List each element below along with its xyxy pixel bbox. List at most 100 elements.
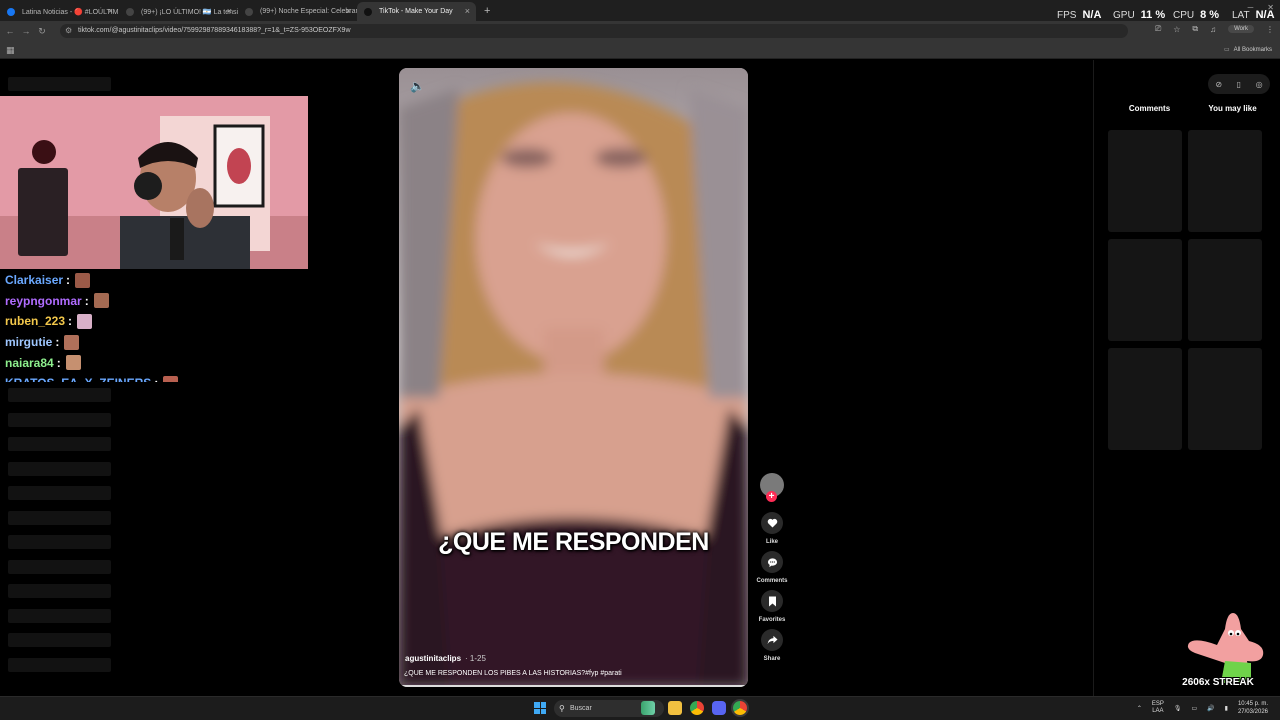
- network-icon[interactable]: ▭: [1192, 705, 1198, 712]
- hud-fps-label: FPS: [1057, 10, 1077, 21]
- apps-grid-icon[interactable]: ▦: [6, 45, 15, 56]
- placeholder-bar: [8, 608, 111, 623]
- tab-close-icon[interactable]: ×: [108, 6, 113, 16]
- suggestion-thumbnail[interactable]: [1188, 130, 1262, 232]
- chat-emote-icon: [75, 272, 91, 288]
- phone-icon[interactable]: ▯: [1237, 80, 1241, 89]
- language-line-2: LAA: [1152, 708, 1164, 714]
- tab-close-icon[interactable]: ×: [346, 6, 351, 16]
- windows-start-icon[interactable]: [534, 702, 546, 714]
- share-label: Share: [763, 656, 781, 662]
- video-date: · 1-25: [465, 654, 486, 663]
- video-player[interactable]: 🔈 ¿QUE ME RESPONDEN agustinitaclips · 1-2…: [399, 68, 748, 687]
- hud-cpu-label: CPU: [1173, 10, 1195, 21]
- heart-icon: [761, 512, 783, 534]
- language-indicator[interactable]: ESP LAA: [1152, 701, 1164, 715]
- chat-username: naiara84: [5, 355, 54, 370]
- chat-message: ruben_223:: [5, 311, 310, 332]
- placeholder-bar: [8, 412, 111, 427]
- right-panel-tabs: Comments You may like: [1108, 104, 1274, 113]
- share-button[interactable]: Share: [750, 629, 794, 662]
- suggestion-thumbnail[interactable]: [1188, 348, 1262, 450]
- new-tab-button[interactable]: +: [476, 5, 490, 21]
- placeholder-bar: [8, 633, 111, 647]
- suggestion-thumbnail[interactable]: [1108, 239, 1182, 341]
- video-username[interactable]: agustinitaclips: [405, 654, 461, 663]
- video-caption: ¿QUE ME RESPONDEN: [438, 528, 709, 556]
- menu-icon[interactable]: ⋮: [1266, 25, 1274, 34]
- chat-message: mirgutie:: [5, 332, 310, 353]
- taskbar-clock[interactable]: 10:45 p. m. 27/03/2026: [1238, 700, 1268, 716]
- sliders-icon[interactable]: ◎: [1256, 80, 1263, 89]
- video-progress-fill: [399, 685, 745, 687]
- suggestion-thumbnail[interactable]: [1108, 130, 1182, 232]
- streamer-webcam: [0, 96, 308, 269]
- search-icon: ⚲: [559, 704, 565, 713]
- browser-tab[interactable]: TikTok - Make Your Day ×: [357, 2, 476, 21]
- all-bookmarks-button[interactable]: ▭ All Bookmarks: [1224, 46, 1272, 53]
- back-icon[interactable]: ←: [2, 26, 18, 36]
- browser-tab[interactable]: (99+) Noche Especial: Celebran ×: [238, 2, 357, 21]
- placeholder-bar: [8, 77, 111, 91]
- chrome-icon[interactable]: [690, 701, 704, 715]
- chat-emote-icon: [64, 334, 80, 350]
- favorites-button[interactable]: Favorites: [750, 590, 794, 623]
- tray-chevron-icon[interactable]: ⌃: [1137, 705, 1142, 712]
- site-info-icon[interactable]: ⚙: [65, 24, 72, 38]
- video-author[interactable]: agustinitaclips · 1-25: [405, 654, 486, 663]
- bookmark-star-icon[interactable]: ☆: [1173, 25, 1180, 34]
- browser-tab[interactable]: (99+) ¡LO ÚLTIMO! 🇦🇷 La tensió ×: [119, 2, 238, 21]
- tab-close-icon[interactable]: ×: [227, 6, 232, 16]
- tab-title: Latina Noticias - 🔴 #LOÚLTIM: [22, 8, 119, 16]
- chat-username: ruben_223: [5, 314, 66, 329]
- hud-cpu: CPU 8 %: [1173, 9, 1219, 23]
- hud-lat-label: LAT: [1232, 10, 1250, 21]
- tab-close-icon[interactable]: ×: [465, 6, 470, 16]
- hud-lat-value: N/A: [1255, 9, 1275, 21]
- comments-button[interactable]: Comments: [750, 551, 794, 584]
- video-progress-bar[interactable]: [399, 685, 748, 687]
- streak-counter: 2606x STREAK: [1182, 677, 1254, 688]
- suggestion-thumbnail[interactable]: [1108, 348, 1182, 450]
- install-icon[interactable]: ⎚: [1155, 24, 1161, 34]
- speaker-icon[interactable]: 🔊: [1207, 705, 1214, 712]
- like-button[interactable]: Like: [750, 512, 794, 545]
- file-explorer-icon[interactable]: [668, 701, 682, 715]
- compass-icon[interactable]: ⊘: [1215, 80, 1222, 89]
- browser-tab[interactable]: Latina Noticias - 🔴 #LOÚLTIM ×: [0, 2, 119, 21]
- suggestion-thumbnail[interactable]: [1188, 239, 1262, 341]
- profile-button[interactable]: Work: [1228, 25, 1254, 33]
- hud-fps: FPS N/A: [1057, 9, 1101, 23]
- chat-separator: :: [154, 376, 158, 382]
- tab-favicon-icon: [7, 8, 15, 16]
- volume-icon[interactable]: 🔈: [410, 79, 425, 93]
- url-text: tiktok.com/@agustinitaclips/video/759929…: [78, 27, 351, 34]
- placeholder-bar: [8, 584, 111, 598]
- follow-button[interactable]: +: [766, 491, 777, 502]
- chat-username: KRATOS_EA_X_ZEINERS: [5, 376, 151, 382]
- chrome-active-icon[interactable]: [733, 701, 747, 715]
- extensions-icon[interactable]: ⧉: [1192, 24, 1198, 34]
- microphone-icon[interactable]: 🎙: [1174, 705, 1182, 712]
- tab-comments[interactable]: Comments: [1108, 104, 1191, 113]
- like-label: Like: [765, 539, 778, 545]
- hud-gpu: GPU 11 %: [1113, 9, 1165, 23]
- chat-message: reypngonmar:: [5, 291, 310, 312]
- widget-icon[interactable]: [641, 701, 655, 715]
- tab-favicon-icon: [126, 8, 134, 16]
- discord-icon[interactable]: [712, 701, 726, 715]
- chat-separator: :: [68, 314, 73, 329]
- url-bar[interactable]: ⚙ tiktok.com/@agustinitaclips/video/7599…: [60, 24, 1128, 38]
- video-description: ¿QUE ME RESPONDEN LOS PIBES A LAS HISTOR…: [404, 670, 622, 677]
- battery-icon[interactable]: ▮: [1225, 705, 1228, 712]
- forward-icon[interactable]: →: [18, 26, 34, 36]
- tab-you-may-like[interactable]: You may like: [1191, 104, 1274, 113]
- tab-favicon-icon: [245, 8, 253, 16]
- tab-title: TikTok - Make Your Day: [379, 8, 453, 15]
- chat-separator: :: [56, 355, 61, 370]
- chat-username: reypngonmar: [5, 293, 82, 308]
- media-icon[interactable]: ♫: [1210, 25, 1216, 34]
- comment-icon: [761, 551, 783, 573]
- placeholder-bar: [8, 388, 111, 402]
- reload-icon[interactable]: ↻: [34, 26, 50, 37]
